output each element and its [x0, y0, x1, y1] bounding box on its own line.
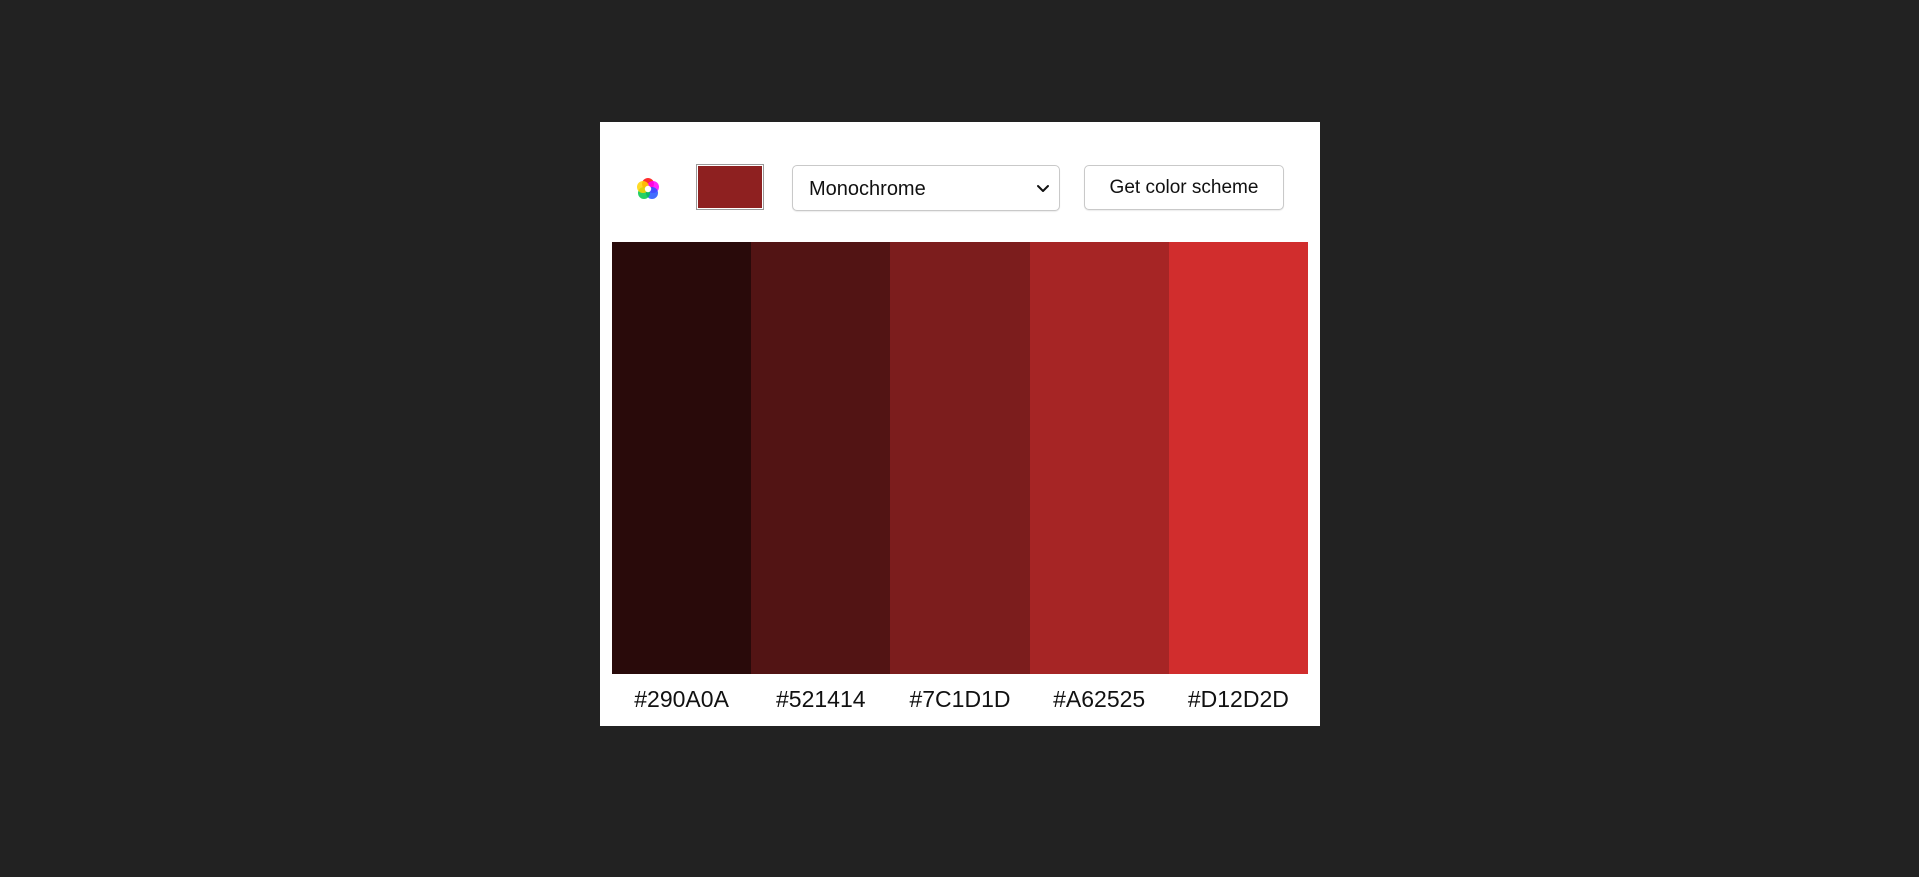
- scheme-mode-select[interactable]: Monochrome: [792, 165, 1060, 211]
- palette-column: #290A0A: [612, 242, 752, 726]
- palette-hex-label: #A62525: [1053, 686, 1146, 712]
- get-color-scheme-button[interactable]: Get color scheme: [1084, 165, 1284, 210]
- chevron-down-icon: [1037, 185, 1049, 192]
- seed-color-preview: [698, 166, 762, 208]
- color-wheel-icon: [637, 178, 659, 199]
- color-palette: #290A0A #521414 #7C1D1D #A62525 #D12D2D: [612, 242, 1308, 726]
- palette-column: #7C1D1D: [890, 242, 1030, 726]
- palette-hex-label: #521414: [776, 686, 866, 712]
- toolbar: Monochrome Get color scheme: [600, 122, 1320, 242]
- palette-hex-label: #290A0A: [634, 686, 729, 712]
- palette-column: #D12D2D: [1168, 242, 1308, 726]
- palette-hex-label: #7C1D1D: [909, 686, 1011, 712]
- palette-swatch[interactable]: [1029, 242, 1169, 674]
- color-scheme-app: Monochrome Get color scheme #290A0A #521…: [600, 122, 1320, 726]
- palette-hex-label: #D12D2D: [1187, 686, 1289, 712]
- seed-color-picker[interactable]: [696, 164, 764, 210]
- palette-swatch[interactable]: [1168, 242, 1308, 674]
- palette-swatch[interactable]: [612, 242, 752, 674]
- palette-swatch[interactable]: [751, 242, 891, 674]
- scheme-mode-selected-label: Monochrome: [809, 178, 926, 200]
- palette-column: #521414: [751, 242, 891, 726]
- palette-swatch[interactable]: [890, 242, 1030, 674]
- palette-column: #A62525: [1029, 242, 1169, 726]
